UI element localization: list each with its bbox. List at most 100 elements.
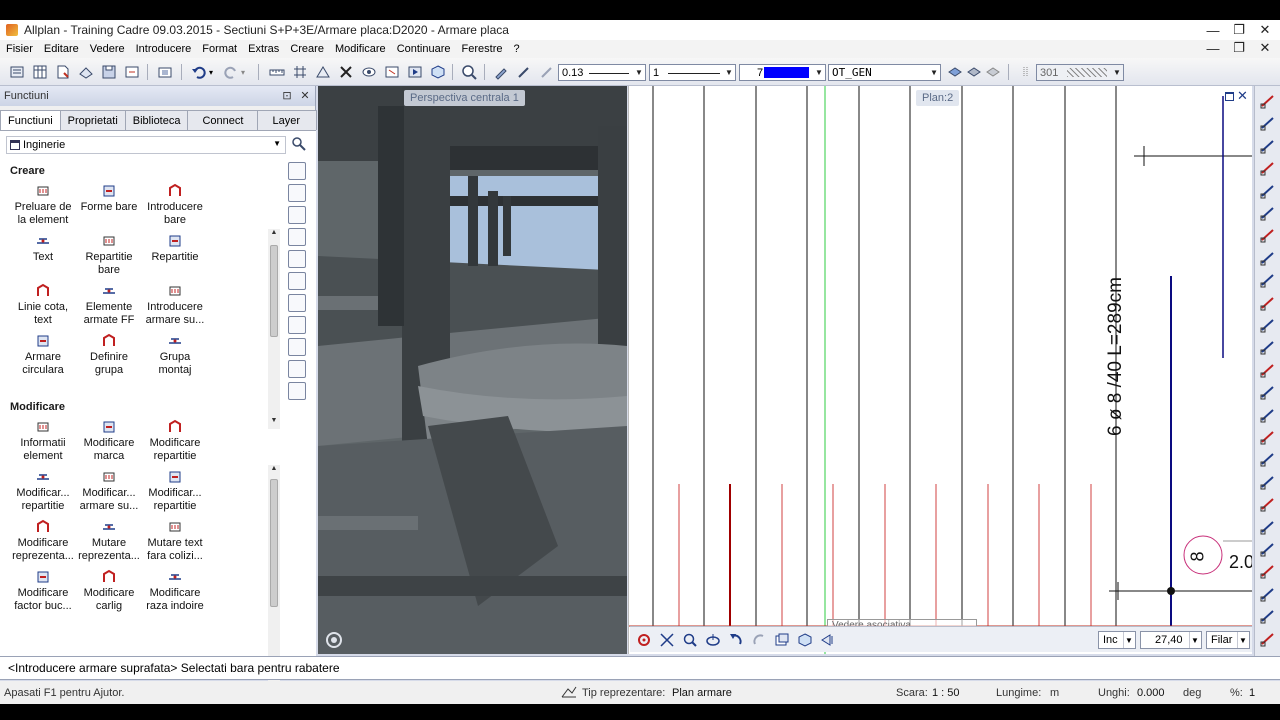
menu-format[interactable]: Format (202, 43, 237, 55)
zoom-in-icon[interactable] (682, 632, 698, 648)
print-preview-icon[interactable] (156, 63, 174, 81)
function-element-info[interactable]: Informatii element (10, 419, 76, 463)
modify-scrollbar[interactable]: ▲ ▼ (268, 465, 280, 685)
close-button[interactable]: ✕ (1252, 20, 1278, 40)
bar-icon[interactable] (288, 382, 306, 400)
length-unit[interactable]: m (1050, 687, 1059, 699)
section-icon[interactable] (314, 63, 332, 81)
color-select[interactable]: 7 ▼ (739, 64, 826, 81)
sum-icon[interactable] (1259, 607, 1277, 625)
tab-library[interactable]: Biblioteca (124, 110, 189, 130)
tab-properties[interactable]: Proprietati (59, 110, 126, 130)
slab-icon[interactable] (288, 338, 306, 356)
tab-connect[interactable]: Connect (187, 110, 259, 130)
delete-icon[interactable] (1259, 428, 1277, 446)
grid-icon[interactable] (291, 63, 309, 81)
function-assembly-group[interactable]: Grupa montaj (142, 333, 208, 377)
palette-close-icon[interactable]: ✕ (298, 88, 312, 102)
layer-lock-icon[interactable] (965, 63, 983, 81)
scale-icon[interactable] (1259, 406, 1277, 424)
pen-thickness-select[interactable]: 0.13 ▼ (558, 64, 646, 81)
layer-select[interactable]: OT_GEN ▼ (828, 64, 941, 81)
doc-close-button[interactable]: ✕ (1252, 39, 1278, 57)
function-distribution[interactable]: Repartitie (142, 233, 208, 264)
restore-button[interactable]: ❐ (1226, 20, 1252, 40)
function-modify-distribution3[interactable]: Modificar... repartitie (142, 469, 208, 513)
rectangle-icon[interactable] (1259, 159, 1277, 177)
find-icon[interactable] (291, 136, 307, 152)
view-copy-icon[interactable] (774, 632, 790, 648)
zoom-value-field[interactable]: 27,40 ▼ (1140, 631, 1202, 649)
function-move-representation[interactable]: Mutare reprezenta... (76, 519, 142, 563)
export-icon[interactable] (123, 63, 141, 81)
doc-restore-button[interactable]: ❐ (1226, 39, 1252, 57)
offset-icon[interactable] (1259, 204, 1277, 222)
function-bar-shapes[interactable]: Forme bare (76, 183, 142, 214)
function-modify-bend-radius[interactable]: Modificare raza indoire (142, 569, 208, 613)
wall-icon[interactable] (288, 184, 306, 202)
plan-maximize-icon[interactable] (1225, 92, 1234, 101)
pan-icon[interactable] (705, 632, 721, 648)
layer-visibility-icon[interactable] (946, 63, 964, 81)
menu-create[interactable]: Creare (290, 43, 324, 55)
fill-icon[interactable] (1259, 518, 1277, 536)
delete-icon[interactable] (337, 63, 355, 81)
function-modify-area-reinf[interactable]: Modificar... armare su... (76, 469, 142, 513)
info-icon[interactable] (288, 228, 306, 246)
function-circular-reinforcement[interactable]: Armare circulara (10, 333, 76, 377)
roof-icon[interactable] (288, 294, 306, 312)
undo-dropdown-icon[interactable]: ▾ (206, 63, 216, 81)
module-select[interactable]: Inginerie ▼ (6, 136, 286, 154)
function-modify-distribution[interactable]: Modificare repartitie (142, 419, 208, 463)
menu-continue[interactable]: Continuare (397, 43, 451, 55)
menu-extras[interactable]: Extras (248, 43, 279, 55)
stroke-icon[interactable] (538, 63, 556, 81)
menu-insert[interactable]: Introducere (136, 43, 192, 55)
function-modify-factor[interactable]: Modificare factor buc... (10, 569, 76, 613)
fillet-icon[interactable] (1259, 182, 1277, 200)
edit-icon[interactable] (288, 162, 306, 180)
stretch-icon[interactable] (1259, 338, 1277, 356)
zoom-all-icon[interactable] (636, 632, 652, 648)
render-mode-select[interactable]: Filar ▼ (1206, 631, 1250, 649)
move-icon[interactable] (1259, 361, 1277, 379)
polyline-icon[interactable] (1259, 114, 1277, 132)
copy-icon[interactable] (360, 63, 378, 81)
menu-modify[interactable]: Modificare (335, 43, 386, 55)
save-icon[interactable] (100, 63, 118, 81)
menu-view[interactable]: Vedere (90, 43, 125, 55)
opening-icon[interactable] (288, 206, 306, 224)
drawing-files-icon[interactable] (31, 63, 49, 81)
zoom-icon[interactable] (460, 63, 478, 81)
hide-icon[interactable] (383, 63, 401, 81)
redo-dropdown-icon[interactable]: ▾ (238, 63, 248, 81)
minimize-button[interactable]: — (1200, 20, 1226, 40)
hatch-icon[interactable] (1259, 473, 1277, 491)
angle-unit[interactable]: deg (1183, 687, 1201, 699)
stair-icon[interactable] (288, 272, 306, 290)
surface-icon[interactable] (288, 250, 306, 268)
measure-icon[interactable] (1259, 450, 1277, 468)
unit-mode-select[interactable]: Inc ▼ (1098, 631, 1136, 649)
function-move-text[interactable]: Mutare text fara colizi... (142, 519, 208, 563)
previous-view-icon[interactable] (728, 632, 744, 648)
open-file-icon[interactable] (54, 63, 72, 81)
extend-icon[interactable] (1259, 271, 1277, 289)
line-icon[interactable] (1259, 92, 1277, 110)
menu-edit[interactable]: Editare (44, 43, 79, 55)
new-project-icon[interactable] (8, 63, 26, 81)
perspective-viewport[interactable]: Perspectiva centrala 1 (318, 86, 627, 654)
filter-icon[interactable] (1259, 630, 1277, 648)
divide-icon[interactable] (1259, 316, 1277, 334)
copy-icon[interactable] (1259, 249, 1277, 267)
beam-icon[interactable] (288, 316, 306, 334)
function-modify-representation[interactable]: Modificare reprezenta... (10, 519, 76, 563)
pin-icon[interactable]: ⊡ (280, 88, 294, 102)
function-place-bars[interactable]: Introducere bare (142, 183, 208, 227)
section-view-icon[interactable] (820, 632, 836, 648)
function-reinforced-elements[interactable]: Elemente armate FF (76, 283, 142, 327)
trim-icon[interactable] (1259, 294, 1277, 312)
3d-view-icon[interactable] (429, 63, 447, 81)
layer-print-icon[interactable] (984, 63, 1002, 81)
pen-icon[interactable] (515, 63, 533, 81)
